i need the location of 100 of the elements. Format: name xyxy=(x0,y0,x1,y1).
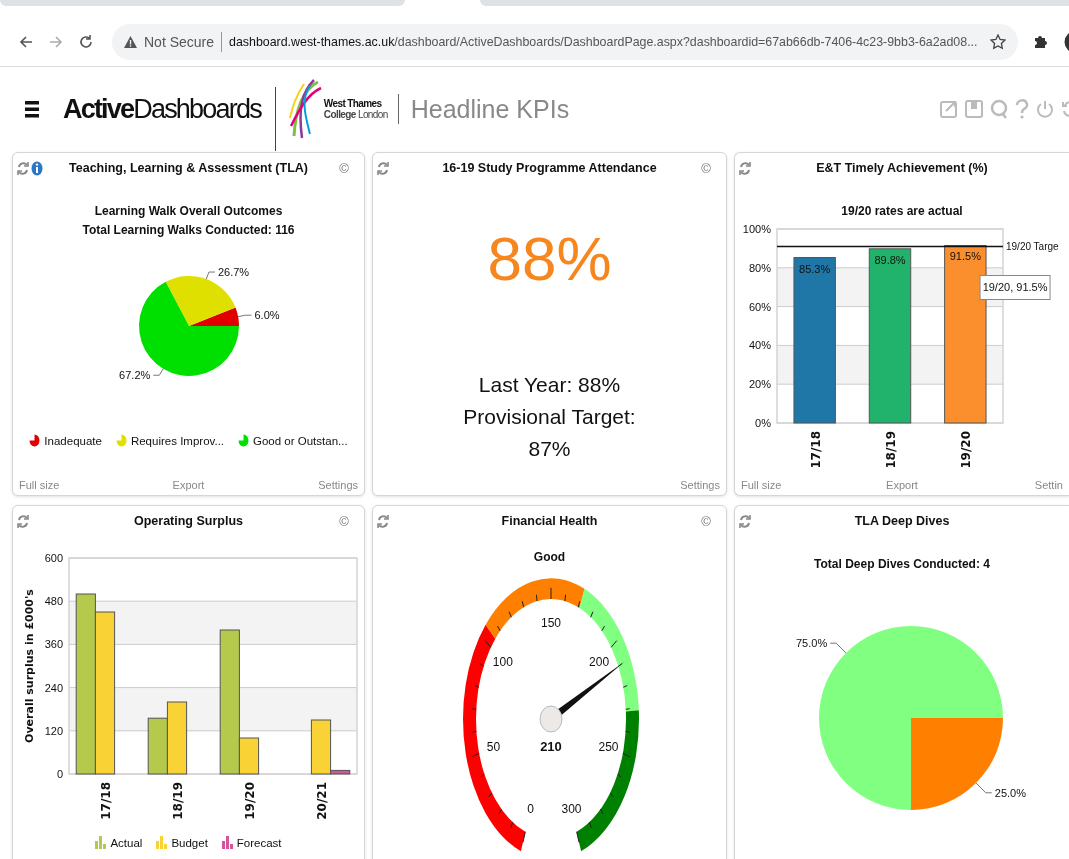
panel-title: Financial Health xyxy=(500,514,599,528)
axis-tick-label: 0% xyxy=(755,417,771,429)
legend-label: Requires Improv... xyxy=(130,434,225,447)
scale-label: 300 xyxy=(561,802,582,817)
axis-tick-label: 18/19 xyxy=(171,782,185,820)
help-icon[interactable] xyxy=(1015,99,1029,119)
kpi-detail: Last Year: 88% xyxy=(478,372,621,398)
data-label: 85.3% xyxy=(799,262,831,275)
data-label: 91.5% xyxy=(949,250,981,263)
leader-line xyxy=(205,271,216,280)
axis-tick-label: 17/18 xyxy=(808,431,823,467)
scale-label: 0 xyxy=(527,802,534,817)
axis-tick-label: 40% xyxy=(748,339,771,352)
legend-label: Good or Outstan... xyxy=(253,434,348,447)
axis-tick-label: 0 xyxy=(56,768,63,780)
kpi-value: 88% xyxy=(487,223,612,295)
refresh-icon[interactable] xyxy=(17,513,29,529)
college-name: College London xyxy=(323,109,388,120)
panel-title: Operating Surplus xyxy=(132,514,244,528)
target-label: 19/20 Targe xyxy=(1006,241,1059,253)
settings-link[interactable]: Settings xyxy=(318,479,358,491)
gauge-reading: 210 xyxy=(540,739,562,754)
college-name: West Thames xyxy=(323,98,383,109)
export-icon[interactable] xyxy=(940,99,958,119)
legend-label: Budget xyxy=(171,836,208,849)
axis-tick-label: 600 xyxy=(44,552,63,564)
axis-tick-label: 20% xyxy=(748,378,771,391)
copyright-mark: © xyxy=(339,160,349,176)
panel-title: Teaching, Learning & Assessment (TLA) xyxy=(68,161,309,175)
data-label: 75.0% xyxy=(796,637,828,650)
settings-link[interactable]: Settings xyxy=(680,479,720,491)
forward-icon[interactable] xyxy=(48,34,64,50)
axis-tick-label: 18/19 xyxy=(884,431,898,467)
url-host: dashboard.west-thames.ac.uk xyxy=(229,35,395,49)
scale-label: 50 xyxy=(486,739,501,754)
leader-line xyxy=(237,314,252,318)
chart-subtitle: Total Learning Walks Conducted: 116 xyxy=(82,222,295,239)
axis-tick-label: 120 xyxy=(44,724,63,737)
refresh-icon[interactable] xyxy=(739,160,751,176)
refresh-icon[interactable] xyxy=(377,513,389,529)
axis-tick-label: 100% xyxy=(742,223,771,235)
panel-title: 16-19 Study Programme Attendance xyxy=(441,161,658,175)
address-field[interactable]: Not Secure dashboard.west-thames.ac.uk/dashboard/ActiveDashboards/DashboardPage.aspx?dashboardid=67ab66db-7406-4c23-9bb3-6a2ad08... xyxy=(112,24,1019,60)
leader-line xyxy=(152,368,164,376)
panel-title: TLA Deep Dives xyxy=(853,514,951,528)
leader-line xyxy=(829,642,847,654)
data-label: 6.0% xyxy=(254,309,280,322)
tooltip: 19/20, 91.5% xyxy=(979,275,1051,300)
legend-label: Inadequate xyxy=(44,434,102,447)
scale-label: 250 xyxy=(598,739,619,754)
kpi-detail: Provisional Target: xyxy=(463,404,636,430)
axis-tick-label: 480 xyxy=(44,595,63,608)
kpi-detail: 87% xyxy=(528,436,571,462)
power-icon[interactable] xyxy=(1036,99,1054,119)
app-logo: ActiveDashboards xyxy=(63,93,261,125)
axis-title: Overall surplus in £000's xyxy=(23,589,36,743)
menu-icon[interactable] xyxy=(25,99,39,119)
chart-subtitle: Good xyxy=(533,549,566,566)
data-label: 25.0% xyxy=(994,786,1026,799)
axis-tick-label: 17/18 xyxy=(99,782,113,820)
export-link[interactable]: Export xyxy=(172,479,205,491)
data-label: 89.8% xyxy=(874,253,906,266)
axis-tick-label: 80% xyxy=(748,261,771,274)
panel-title: E&T Timely Achievement (%) xyxy=(815,161,989,175)
save-icon[interactable] xyxy=(965,99,983,119)
export-link[interactable]: Export xyxy=(886,479,918,491)
leader-line xyxy=(975,782,993,794)
refresh-icon[interactable] xyxy=(739,513,751,529)
data-label: 26.7% xyxy=(217,266,250,279)
settings-link[interactable]: Settin xyxy=(1034,479,1063,491)
legend-label: Forecast xyxy=(236,836,282,849)
data-label: 67.2% xyxy=(119,369,151,382)
axis-tick-label: 19/20 xyxy=(243,782,257,820)
chart-subtitle: 19/20 rates are actual xyxy=(841,203,963,220)
copyright-mark: © xyxy=(701,513,711,529)
back-icon[interactable] xyxy=(18,34,34,50)
copyright-mark: © xyxy=(339,513,349,529)
axis-tick-label: 240 xyxy=(44,681,63,694)
info-icon[interactable] xyxy=(31,160,43,176)
refresh-icon[interactable] xyxy=(377,160,389,176)
needle-hub xyxy=(539,705,563,733)
full-size-link[interactable]: Full size xyxy=(741,479,782,491)
axis-tick-label: 19/20 xyxy=(959,431,974,467)
security-label: Not Secure xyxy=(144,34,215,50)
refresh-icon[interactable] xyxy=(17,160,29,176)
scale-label: 100 xyxy=(492,654,513,669)
chart-subtitle: Learning Walk Overall Outcomes xyxy=(94,203,283,220)
copyright-mark: © xyxy=(701,160,711,176)
warning-icon xyxy=(124,36,137,48)
chart-subtitle: Total Deep Dives Conducted: 4 xyxy=(814,556,990,573)
page-title: Headline KPIs xyxy=(410,94,570,124)
axis-tick-label: 360 xyxy=(44,638,63,651)
reload-icon[interactable] xyxy=(78,34,94,50)
legend-label: Actual xyxy=(110,836,143,849)
url-path: /dashboard/ActiveDashboards/DashboardPage.aspx?dashboardid=67ab66db-7406-4c23-9bb3-6a2ad08... xyxy=(394,35,978,49)
full-size-link[interactable]: Full size xyxy=(19,479,60,491)
axis-tick-label: 20/21 xyxy=(315,782,329,820)
swirl-logo-icon xyxy=(287,78,322,140)
star-icon[interactable] xyxy=(990,34,1007,50)
scale-label: 150 xyxy=(541,616,561,630)
